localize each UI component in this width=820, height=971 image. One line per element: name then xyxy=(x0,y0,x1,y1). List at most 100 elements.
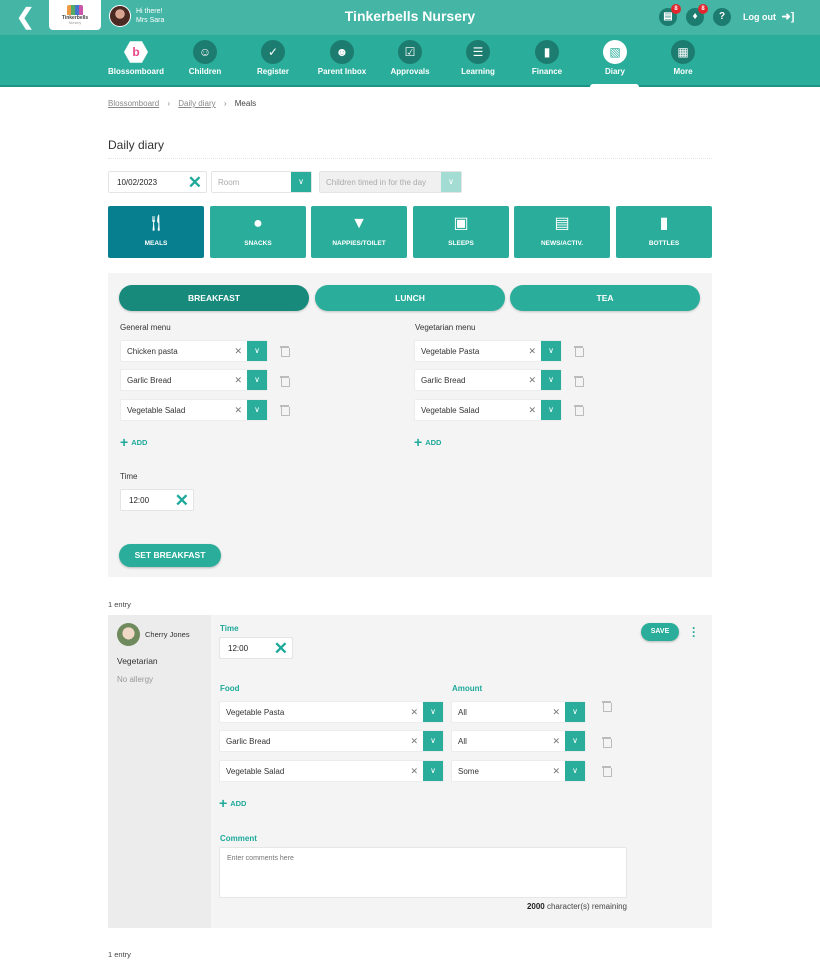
category-bottles[interactable]: ▮ BOTTLES xyxy=(616,206,712,258)
nav-item-register[interactable]: ✓ Register xyxy=(239,40,307,85)
parent-icon: ☻ xyxy=(330,40,354,64)
chevron-down-icon[interactable]: ∨ xyxy=(441,172,461,192)
nav-label: Blossomboard xyxy=(107,67,164,76)
user-avatar[interactable] xyxy=(109,5,131,27)
food-select[interactable]: Vegetable Salad ✕ ∨ xyxy=(219,760,444,782)
general-menu-select[interactable]: Vegetable Salad ✕ ∨ xyxy=(120,399,268,421)
trash-icon[interactable] xyxy=(280,376,290,387)
nav-item-learning[interactable]: ☰ Learning xyxy=(444,40,512,85)
clear-icon[interactable]: ✕ xyxy=(410,766,418,777)
trash-icon[interactable] xyxy=(574,405,584,416)
chevron-down-icon[interactable]: ∨ xyxy=(247,341,267,361)
clear-icon[interactable]: ✕ xyxy=(234,375,242,386)
entry-time-field[interactable]: 12:00 ✕ xyxy=(219,637,293,659)
child-allergy: No allergy xyxy=(117,675,154,684)
help-button[interactable]: ? xyxy=(713,8,731,26)
chevron-down-icon[interactable]: ∨ xyxy=(565,731,585,751)
trash-icon[interactable] xyxy=(602,766,612,777)
select-value: Vegetable Pasta xyxy=(421,347,480,356)
category-sleeps[interactable]: ▣ SLEEPS xyxy=(413,206,509,258)
set-breakfast-button[interactable]: SET BREAKFAST xyxy=(119,544,221,567)
chevron-down-icon[interactable]: ∨ xyxy=(565,761,585,781)
chevron-down-icon[interactable]: ∨ xyxy=(541,341,561,361)
clear-date-icon[interactable]: ✕ xyxy=(188,174,202,191)
vegetarian-menu-select[interactable]: Vegetable Salad ✕ ∨ xyxy=(414,399,562,421)
comment-input[interactable] xyxy=(219,847,627,898)
category-news-activities[interactable]: ▤ NEWS/ACTIV. xyxy=(514,206,610,258)
chevron-down-icon[interactable]: ∨ xyxy=(423,731,443,751)
add-food-row[interactable]: + ADD xyxy=(219,795,246,811)
amount-select[interactable]: Some ✕ ∨ xyxy=(451,760,586,782)
add-general-menu-item[interactable]: + ADD xyxy=(120,434,147,450)
general-menu-select[interactable]: Garlic Bread ✕ ∨ xyxy=(120,369,268,391)
nav-item-more[interactable]: ▦ More xyxy=(649,40,717,85)
chevron-down-icon[interactable]: ∨ xyxy=(247,400,267,420)
clear-icon[interactable]: ✕ xyxy=(528,405,536,416)
breadcrumb-daily-diary[interactable]: Daily diary xyxy=(178,99,215,108)
room-select[interactable]: Room ∨ xyxy=(211,171,312,193)
chevron-down-icon[interactable]: ∨ xyxy=(541,370,561,390)
nursery-logo[interactable]: Tinkerbells Nursery xyxy=(49,0,101,30)
category-meals[interactable]: 🍴︎ MEALS xyxy=(108,206,204,258)
clear-icon[interactable]: ✕ xyxy=(552,736,560,747)
add-vegetarian-menu-item[interactable]: + ADD xyxy=(414,434,441,450)
chevron-down-icon[interactable]: ∨ xyxy=(423,761,443,781)
vegetarian-menu-select[interactable]: Garlic Bread ✕ ∨ xyxy=(414,369,562,391)
chevron-down-icon[interactable]: ∨ xyxy=(423,702,443,722)
entry-time-label: Time xyxy=(220,624,239,633)
general-menu-label: General menu xyxy=(120,323,171,332)
back-button[interactable]: ❮ xyxy=(16,6,36,28)
clear-icon[interactable]: ✕ xyxy=(234,346,242,357)
select-value: Vegetable Pasta xyxy=(226,708,285,717)
vegetarian-menu-select[interactable]: Vegetable Pasta ✕ ∨ xyxy=(414,340,562,362)
nav-item-diary[interactable]: ▧ Diary xyxy=(581,40,649,85)
notifications-button[interactable]: ♦ 8 xyxy=(686,4,708,26)
clear-icon[interactable]: ✕ xyxy=(410,707,418,718)
tab-lunch[interactable]: LUNCH xyxy=(315,285,505,311)
children-select[interactable]: Children timed in for the day ∨ xyxy=(319,171,462,193)
clear-icon[interactable]: ✕ xyxy=(552,707,560,718)
nav-item-blossomboard[interactable]: b Blossomboard xyxy=(102,40,170,85)
tab-tea[interactable]: TEA xyxy=(510,285,700,311)
nav-item-parent-inbox[interactable]: ☻ Parent Inbox xyxy=(308,40,376,85)
clear-icon[interactable]: ✕ xyxy=(410,736,418,747)
nav-label: Learning xyxy=(461,67,495,76)
save-button[interactable]: SAVE xyxy=(641,623,679,641)
meal-time-field[interactable]: 12:00 ✕ xyxy=(120,489,194,511)
nav-item-approvals[interactable]: ☑ Approvals xyxy=(376,40,444,85)
chevron-down-icon[interactable]: ∨ xyxy=(247,370,267,390)
clear-time-icon[interactable]: ✕ xyxy=(175,492,189,509)
food-label: Food xyxy=(220,684,240,693)
chevron-down-icon[interactable]: ∨ xyxy=(291,172,311,192)
trash-icon[interactable] xyxy=(574,376,584,387)
chevron-down-icon[interactable]: ∨ xyxy=(541,400,561,420)
amount-select[interactable]: All ✕ ∨ xyxy=(451,701,586,723)
nav-label: Register xyxy=(256,67,289,76)
food-select[interactable]: Vegetable Pasta ✕ ∨ xyxy=(219,701,444,723)
trash-icon[interactable] xyxy=(280,346,290,357)
nav-item-finance[interactable]: ▮ Finance xyxy=(513,40,581,85)
clear-icon[interactable]: ✕ xyxy=(552,766,560,777)
logout-button[interactable]: Log out ➜] xyxy=(743,10,794,23)
clear-icon[interactable]: ✕ xyxy=(528,375,536,386)
trash-icon[interactable] xyxy=(602,701,612,712)
trash-icon[interactable] xyxy=(574,346,584,357)
trash-icon[interactable] xyxy=(280,405,290,416)
more-options-icon[interactable]: · · · xyxy=(691,622,697,642)
children-placeholder: Children timed in for the day xyxy=(326,178,427,187)
clear-icon[interactable]: ✕ xyxy=(528,346,536,357)
category-snacks[interactable]: ● SNACKS xyxy=(210,206,306,258)
date-field[interactable]: 10/02/2023 ✕ xyxy=(108,171,207,193)
messages-button[interactable]: ▤ 8 xyxy=(659,4,681,26)
amount-select[interactable]: All ✕ ∨ xyxy=(451,730,586,752)
chevron-down-icon[interactable]: ∨ xyxy=(565,702,585,722)
nav-item-children[interactable]: ☺ Children xyxy=(171,40,239,85)
tab-breakfast[interactable]: BREAKFAST xyxy=(119,285,309,311)
general-menu-select[interactable]: Chicken pasta ✕ ∨ xyxy=(120,340,268,362)
food-select[interactable]: Garlic Bread ✕ ∨ xyxy=(219,730,444,752)
breadcrumb-blossomboard[interactable]: Blossomboard xyxy=(108,99,159,108)
clear-time-icon[interactable]: ✕ xyxy=(274,640,288,657)
trash-icon[interactable] xyxy=(602,737,612,748)
clear-icon[interactable]: ✕ xyxy=(234,405,242,416)
category-nappies-toilet[interactable]: ▼ NAPPIES/TOILET xyxy=(311,206,407,258)
